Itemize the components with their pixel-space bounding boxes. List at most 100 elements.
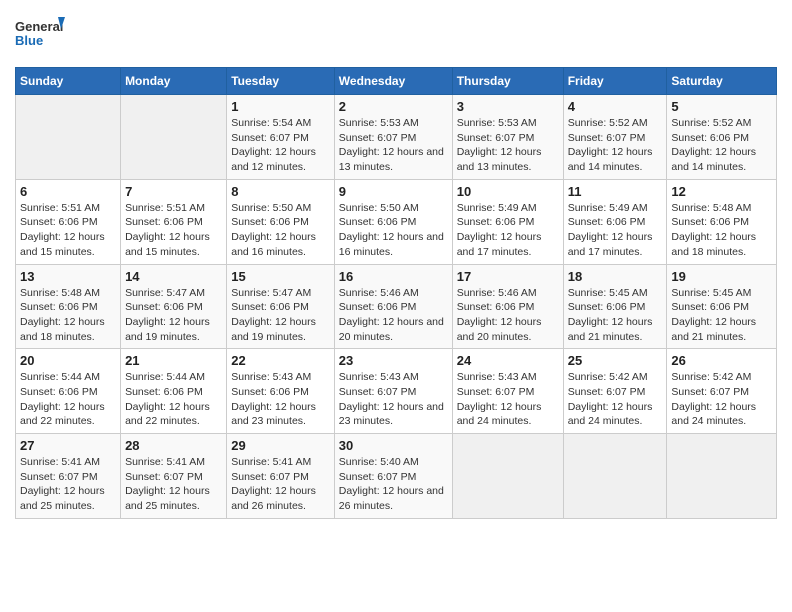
day-number: 3 <box>457 99 559 114</box>
calendar-cell: 25 Sunrise: 5:42 AMSunset: 6:07 PMDayligh… <box>563 349 667 434</box>
day-info: Sunrise: 5:49 AMSunset: 6:06 PMDaylight:… <box>457 201 559 260</box>
calendar-cell: 8 Sunrise: 5:50 AMSunset: 6:06 PMDaylight… <box>227 179 335 264</box>
weekday-header-tuesday: Tuesday <box>227 68 335 95</box>
calendar-cell <box>563 434 667 519</box>
calendar-cell: 23 Sunrise: 5:43 AMSunset: 6:07 PMDayligh… <box>334 349 452 434</box>
day-number: 24 <box>457 353 559 368</box>
logo: General Blue <box>15 15 65 57</box>
day-info: Sunrise: 5:43 AMSunset: 6:06 PMDaylight:… <box>231 370 330 429</box>
calendar-cell: 1Sunrise: 5:54 AMSunset: 6:07 PMDaylight… <box>227 95 335 180</box>
calendar-week-1: 1Sunrise: 5:54 AMSunset: 6:07 PMDaylight… <box>16 95 777 180</box>
day-number: 22 <box>231 353 330 368</box>
day-info: Sunrise: 5:52 AMSunset: 6:07 PMDaylight:… <box>568 116 663 175</box>
calendar-cell: 29 Sunrise: 5:41 AMSunset: 6:07 PMDayligh… <box>227 434 335 519</box>
day-number: 9 <box>339 184 448 199</box>
day-number: 28 <box>125 438 222 453</box>
weekday-header-friday: Friday <box>563 68 667 95</box>
calendar-cell <box>667 434 777 519</box>
calendar-cell: 27 Sunrise: 5:41 AMSunset: 6:07 PMDayligh… <box>16 434 121 519</box>
calendar-cell: 3 Sunrise: 5:53 AMSunset: 6:07 PMDaylight… <box>452 95 563 180</box>
calendar-cell: 18 Sunrise: 5:45 AMSunset: 6:06 PMDayligh… <box>563 264 667 349</box>
weekday-header-saturday: Saturday <box>667 68 777 95</box>
calendar-week-2: 6 Sunrise: 5:51 AMSunset: 6:06 PMDaylight… <box>16 179 777 264</box>
day-number: 29 <box>231 438 330 453</box>
day-number: 6 <box>20 184 116 199</box>
day-info: Sunrise: 5:43 AMSunset: 6:07 PMDaylight:… <box>457 370 559 429</box>
day-number: 14 <box>125 269 222 284</box>
day-info: Sunrise: 5:47 AMSunset: 6:06 PMDaylight:… <box>125 286 222 345</box>
day-number: 8 <box>231 184 330 199</box>
day-info: Sunrise: 5:46 AMSunset: 6:06 PMDaylight:… <box>457 286 559 345</box>
day-info: Sunrise: 5:41 AMSunset: 6:07 PMDaylight:… <box>125 455 222 514</box>
calendar-cell: 17 Sunrise: 5:46 AMSunset: 6:06 PMDayligh… <box>452 264 563 349</box>
day-info: Sunrise: 5:45 AMSunset: 6:06 PMDaylight:… <box>671 286 772 345</box>
svg-text:Blue: Blue <box>15 33 43 48</box>
day-number: 20 <box>20 353 116 368</box>
calendar-cell: 16 Sunrise: 5:46 AMSunset: 6:06 PMDayligh… <box>334 264 452 349</box>
day-number: 4 <box>568 99 663 114</box>
day-info: Sunrise: 5:52 AMSunset: 6:06 PMDaylight:… <box>671 116 772 175</box>
calendar-cell <box>16 95 121 180</box>
calendar-week-3: 13 Sunrise: 5:48 AMSunset: 6:06 PMDayligh… <box>16 264 777 349</box>
calendar-cell: 10 Sunrise: 5:49 AMSunset: 6:06 PMDayligh… <box>452 179 563 264</box>
day-number: 25 <box>568 353 663 368</box>
calendar-cell: 13 Sunrise: 5:48 AMSunset: 6:06 PMDayligh… <box>16 264 121 349</box>
day-info: Sunrise: 5:44 AMSunset: 6:06 PMDaylight:… <box>20 370 116 429</box>
day-info: Sunrise: 5:53 AMSunset: 6:07 PMDaylight:… <box>339 116 448 175</box>
day-info: Sunrise: 5:51 AMSunset: 6:06 PMDaylight:… <box>125 201 222 260</box>
calendar-cell: 11 Sunrise: 5:49 AMSunset: 6:06 PMDayligh… <box>563 179 667 264</box>
day-number: 7 <box>125 184 222 199</box>
day-number: 26 <box>671 353 772 368</box>
day-number: 12 <box>671 184 772 199</box>
day-number: 2 <box>339 99 448 114</box>
calendar-cell: 9 Sunrise: 5:50 AMSunset: 6:06 PMDaylight… <box>334 179 452 264</box>
weekday-header-monday: Monday <box>121 68 227 95</box>
day-number: 10 <box>457 184 559 199</box>
weekday-header-wednesday: Wednesday <box>334 68 452 95</box>
day-info: Sunrise: 5:41 AMSunset: 6:07 PMDaylight:… <box>231 455 330 514</box>
day-info: Sunrise: 5:48 AMSunset: 6:06 PMDaylight:… <box>20 286 116 345</box>
calendar-cell <box>121 95 227 180</box>
header: General Blue <box>15 15 777 57</box>
calendar-cell: 30Sunrise: 5:40 AMSunset: 6:07 PMDayligh… <box>334 434 452 519</box>
day-number: 1 <box>231 99 330 114</box>
day-number: 18 <box>568 269 663 284</box>
day-info: Sunrise: 5:43 AMSunset: 6:07 PMDaylight:… <box>339 370 448 429</box>
calendar-cell: 4 Sunrise: 5:52 AMSunset: 6:07 PMDaylight… <box>563 95 667 180</box>
day-info: Sunrise: 5:47 AMSunset: 6:06 PMDaylight:… <box>231 286 330 345</box>
calendar-cell: 5 Sunrise: 5:52 AMSunset: 6:06 PMDaylight… <box>667 95 777 180</box>
day-number: 16 <box>339 269 448 284</box>
day-number: 17 <box>457 269 559 284</box>
weekday-header-row: SundayMondayTuesdayWednesdayThursdayFrid… <box>16 68 777 95</box>
day-number: 11 <box>568 184 663 199</box>
day-number: 23 <box>339 353 448 368</box>
weekday-header-sunday: Sunday <box>16 68 121 95</box>
day-number: 13 <box>20 269 116 284</box>
day-info: Sunrise: 5:41 AMSunset: 6:07 PMDaylight:… <box>20 455 116 514</box>
calendar-cell: 22 Sunrise: 5:43 AMSunset: 6:06 PMDayligh… <box>227 349 335 434</box>
calendar-cell: 12 Sunrise: 5:48 AMSunset: 6:06 PMDayligh… <box>667 179 777 264</box>
calendar-cell: 20 Sunrise: 5:44 AMSunset: 6:06 PMDayligh… <box>16 349 121 434</box>
day-info: Sunrise: 5:46 AMSunset: 6:06 PMDaylight:… <box>339 286 448 345</box>
day-number: 19 <box>671 269 772 284</box>
day-info: Sunrise: 5:42 AMSunset: 6:07 PMDaylight:… <box>568 370 663 429</box>
calendar-table: SundayMondayTuesdayWednesdayThursdayFrid… <box>15 67 777 519</box>
calendar-cell: 15Sunrise: 5:47 AMSunset: 6:06 PMDayligh… <box>227 264 335 349</box>
calendar-cell: 7 Sunrise: 5:51 AMSunset: 6:06 PMDaylight… <box>121 179 227 264</box>
calendar-cell: 21Sunrise: 5:44 AMSunset: 6:06 PMDayligh… <box>121 349 227 434</box>
calendar-cell: 6 Sunrise: 5:51 AMSunset: 6:06 PMDaylight… <box>16 179 121 264</box>
day-info: Sunrise: 5:40 AMSunset: 6:07 PMDaylight:… <box>339 455 448 514</box>
day-info: Sunrise: 5:49 AMSunset: 6:06 PMDaylight:… <box>568 201 663 260</box>
day-number: 5 <box>671 99 772 114</box>
day-info: Sunrise: 5:45 AMSunset: 6:06 PMDaylight:… <box>568 286 663 345</box>
calendar-week-4: 20 Sunrise: 5:44 AMSunset: 6:06 PMDayligh… <box>16 349 777 434</box>
day-info: Sunrise: 5:48 AMSunset: 6:06 PMDaylight:… <box>671 201 772 260</box>
calendar-week-5: 27 Sunrise: 5:41 AMSunset: 6:07 PMDayligh… <box>16 434 777 519</box>
day-info: Sunrise: 5:42 AMSunset: 6:07 PMDaylight:… <box>671 370 772 429</box>
day-info: Sunrise: 5:50 AMSunset: 6:06 PMDaylight:… <box>231 201 330 260</box>
day-info: Sunrise: 5:50 AMSunset: 6:06 PMDaylight:… <box>339 201 448 260</box>
day-number: 27 <box>20 438 116 453</box>
day-info: Sunrise: 5:51 AMSunset: 6:06 PMDaylight:… <box>20 201 116 260</box>
day-info: Sunrise: 5:53 AMSunset: 6:07 PMDaylight:… <box>457 116 559 175</box>
calendar-cell: 24 Sunrise: 5:43 AMSunset: 6:07 PMDayligh… <box>452 349 563 434</box>
